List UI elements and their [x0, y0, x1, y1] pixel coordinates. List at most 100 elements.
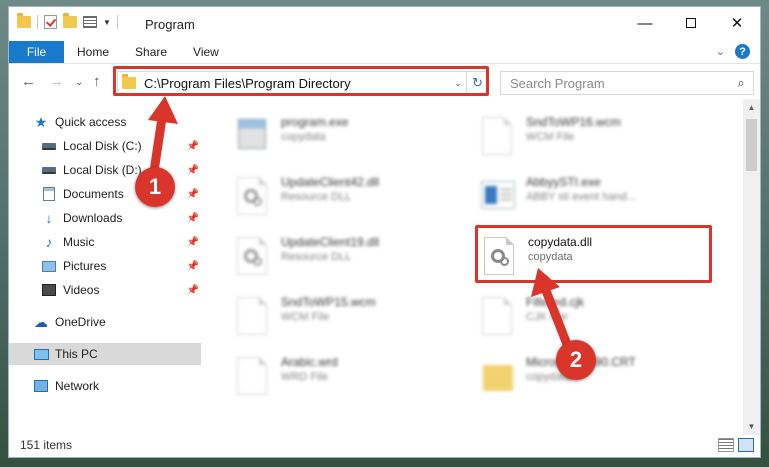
- file-tile[interactable]: SndToWP16.wcm WCM File: [479, 113, 709, 169]
- ribbon-tabs: File Home Share View ⌄ ?: [9, 41, 760, 64]
- file-tile[interactable]: program.exe copydata: [234, 113, 464, 169]
- maximize-icon: [686, 18, 696, 28]
- file-type: Resource DLL: [281, 251, 352, 263]
- window-controls: — ✕: [622, 7, 760, 39]
- scroll-up-icon[interactable]: ▲: [743, 99, 760, 116]
- forward-button[interactable]: →: [49, 73, 64, 90]
- file-type: copydata: [281, 131, 326, 143]
- file-name: Arabic.wrd: [281, 355, 338, 369]
- address-path[interactable]: C:\Program Files\Program Directory: [144, 76, 450, 91]
- toolbar-divider: [116, 15, 118, 29]
- dll-icon: [234, 235, 270, 279]
- downloads-icon: ↓: [45, 210, 53, 226]
- sidebar-item-downloads[interactable]: ↓ Downloads 📌: [9, 207, 201, 229]
- tiles-view-icon[interactable]: [738, 438, 754, 452]
- quick-access-toolbar: ▼: [17, 13, 118, 29]
- page-icon: [234, 355, 270, 399]
- up-button[interactable]: ↑: [93, 73, 101, 90]
- search-input[interactable]: Search Program: [510, 76, 729, 91]
- disk-icon: [41, 139, 57, 153]
- page-icon: [234, 295, 270, 339]
- sidebar-item-label: Pictures: [63, 259, 107, 273]
- details-view-icon[interactable]: [718, 438, 734, 452]
- file-tile[interactable]: AbbyySTI.exe ABBY sti event hand...: [479, 173, 709, 229]
- sidebar-item-this-pc[interactable]: This PC: [9, 343, 201, 365]
- address-bar[interactable]: C:\Program Files\Program Directory ⌄ ↻: [117, 71, 489, 95]
- sidebar-item-local-disk-c[interactable]: Local Disk (C:) 📌: [9, 135, 201, 157]
- pin-icon[interactable]: 📌: [187, 189, 199, 200]
- recent-locations-dropdown[interactable]: ⌄: [75, 77, 83, 88]
- file-type: WRD File: [281, 371, 329, 383]
- vertical-scrollbar[interactable]: ▲ ▼: [743, 99, 760, 435]
- back-button[interactable]: ←: [21, 73, 36, 90]
- sidebar-item-quick-access[interactable]: ★ Quick access: [9, 111, 201, 133]
- file-type: CJK File: [526, 311, 568, 323]
- sidebar-item-music[interactable]: ♪ Music 📌: [9, 231, 201, 253]
- sidebar-item-label: Network: [55, 379, 100, 393]
- file-name: AbbyySTI.exe: [526, 175, 601, 189]
- file-tile-copydata-dll[interactable]: copydata.dll copydata: [481, 233, 711, 289]
- sidebar-item-label: Downloads: [63, 211, 123, 225]
- sidebar-item-network[interactable]: Network: [9, 375, 201, 397]
- pin-icon[interactable]: 📌: [187, 237, 199, 248]
- search-box[interactable]: Search Program ⌕: [500, 71, 754, 95]
- file-tile[interactable]: Arabic.wrd WRD File: [234, 353, 464, 409]
- sidebar-item-onedrive[interactable]: ☁ OneDrive: [9, 311, 201, 333]
- navigation-bar: ← → ⌄ ↑ C:\Program Files\Program Directo…: [9, 69, 760, 97]
- sidebar-item-label: Videos: [63, 283, 100, 297]
- file-name: UpdateClient19.dll: [281, 235, 380, 249]
- file-name: SndToWP15.wcm: [281, 295, 376, 309]
- tab-share[interactable]: Share: [122, 41, 180, 63]
- properties-check-icon[interactable]: [44, 15, 57, 29]
- ribbon-right-controls: ⌄ ?: [716, 44, 750, 59]
- sidebar-item-pictures[interactable]: Pictures 📌: [9, 255, 201, 277]
- file-tile[interactable]: SndToWP15.wcm WCM File: [234, 293, 464, 349]
- title-bar: ▼ Program — ✕: [9, 7, 760, 41]
- pin-icon[interactable]: 📌: [187, 141, 199, 152]
- file-name: UpdateClient42.dll: [281, 175, 380, 189]
- pin-icon[interactable]: 📌: [187, 261, 199, 272]
- new-folder-icon[interactable]: [63, 13, 77, 28]
- folder-icon: [479, 355, 515, 399]
- close-button[interactable]: ✕: [714, 7, 760, 39]
- sidebar-item-label: Music: [63, 235, 95, 249]
- minimize-button[interactable]: —: [622, 7, 668, 39]
- status-bar: 151 items: [9, 433, 760, 457]
- dll-icon: [234, 175, 270, 219]
- pin-icon[interactable]: 📌: [187, 165, 199, 176]
- network-icon: [33, 379, 49, 393]
- view-switcher: [718, 438, 754, 452]
- dll-icon: [481, 235, 517, 279]
- sidebar-item-videos[interactable]: Videos 📌: [9, 279, 201, 301]
- file-type: Resource DLL: [281, 191, 352, 203]
- sidebar-item-label: OneDrive: [55, 315, 106, 329]
- explorer-window: ▼ Program — ✕ File Home Share View ⌄ ? ←…: [8, 6, 761, 458]
- pictures-icon: [41, 259, 57, 273]
- help-icon[interactable]: ?: [735, 44, 750, 59]
- address-dropdown-icon[interactable]: ⌄: [450, 78, 466, 89]
- file-type: WCM File: [526, 131, 575, 143]
- pin-icon[interactable]: 📌: [187, 213, 199, 224]
- expand-ribbon-icon[interactable]: ⌄: [716, 45, 725, 58]
- tab-home[interactable]: Home: [64, 41, 122, 63]
- file-tile[interactable]: UpdateClient19.dll Resource DLL: [234, 233, 464, 289]
- page-icon: [479, 115, 515, 159]
- app-icon: [479, 175, 515, 219]
- maximize-button[interactable]: [668, 7, 714, 39]
- scroll-thumb[interactable]: [746, 119, 757, 171]
- chevron-down-icon[interactable]: ▼: [103, 18, 111, 27]
- tab-view[interactable]: View: [180, 41, 232, 63]
- file-type: WCM File: [281, 311, 330, 323]
- file-type: copydata: [528, 251, 573, 263]
- computer-icon: [33, 347, 49, 361]
- customize-toolbar-icon[interactable]: [83, 16, 97, 28]
- folder-icon: [122, 74, 136, 89]
- refresh-button[interactable]: ↻: [466, 72, 488, 94]
- search-icon[interactable]: ⌕: [729, 75, 753, 91]
- pin-icon[interactable]: 📌: [187, 285, 199, 296]
- file-tile[interactable]: UpdateClient42.dll Resource DLL: [234, 173, 464, 229]
- tab-file[interactable]: File: [9, 41, 64, 63]
- callout-step-2: 2: [556, 340, 596, 380]
- item-count: 151 items: [20, 438, 73, 452]
- file-tile[interactable]: Filtered.cjk CJK File: [479, 293, 709, 349]
